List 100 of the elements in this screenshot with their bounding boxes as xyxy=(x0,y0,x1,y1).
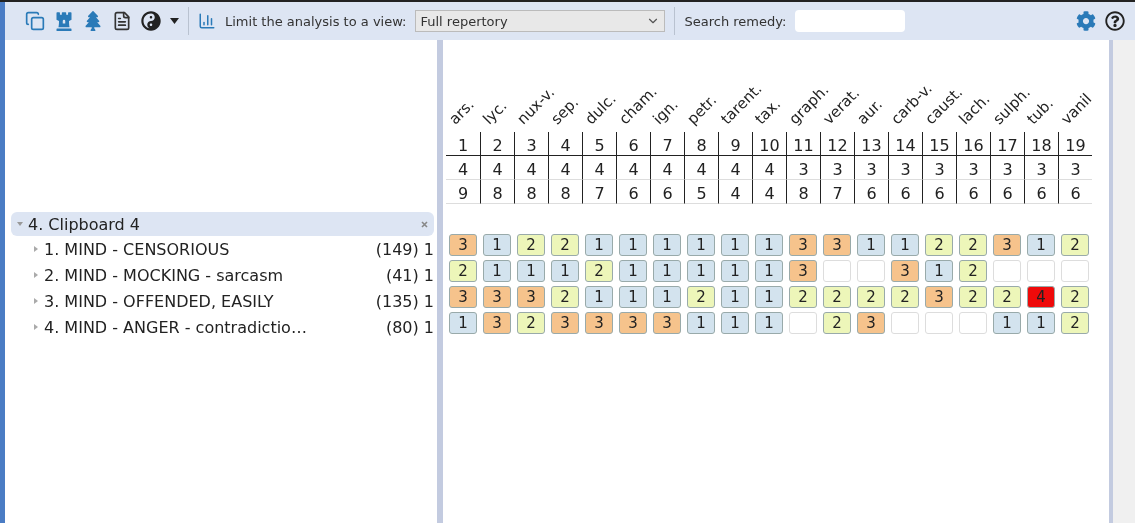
close-icon[interactable] xyxy=(421,220,428,228)
grade-cell[interactable] xyxy=(891,312,919,334)
grade-cell[interactable] xyxy=(823,260,851,282)
grade-cell[interactable]: 1 xyxy=(857,234,885,256)
grade-cell[interactable]: 2 xyxy=(959,260,987,282)
grade-cell[interactable]: 1 xyxy=(619,260,647,282)
grade-cell[interactable]: 1 xyxy=(755,286,783,308)
expand-icon[interactable] xyxy=(33,246,39,252)
grade-cell[interactable]: 1 xyxy=(483,234,511,256)
grade-cell[interactable]: 1 xyxy=(755,312,783,334)
expand-icon[interactable] xyxy=(33,324,39,330)
grade-cell[interactable]: 3 xyxy=(653,312,681,334)
grade-cell[interactable]: 2 xyxy=(959,234,987,256)
grade-cell[interactable]: 3 xyxy=(483,286,511,308)
grade-cell[interactable]: 2 xyxy=(823,286,851,308)
rubric-row[interactable]: 2. MIND - MOCKING - sarcasm (41) 1 xyxy=(11,262,434,288)
grade-cell[interactable]: 2 xyxy=(517,234,545,256)
grade-cell[interactable]: 1 xyxy=(653,260,681,282)
grade-cell[interactable]: 4 xyxy=(1027,286,1055,308)
grade-cell[interactable]: 1 xyxy=(619,234,647,256)
grade-cell[interactable]: 1 xyxy=(755,234,783,256)
grade-cell[interactable]: 2 xyxy=(1061,286,1089,308)
scrollbar[interactable] xyxy=(1109,40,1135,523)
grade-cell[interactable]: 1 xyxy=(925,260,953,282)
grade-cell[interactable]: 2 xyxy=(551,286,579,308)
grade-cell[interactable] xyxy=(993,260,1021,282)
grade-cell[interactable]: 2 xyxy=(925,234,953,256)
grade-cell[interactable]: 1 xyxy=(653,286,681,308)
chart-icon[interactable] xyxy=(198,12,216,30)
view-dropdown[interactable]: Full repertory xyxy=(415,10,666,32)
expand-icon[interactable] xyxy=(33,298,39,304)
grade-cell[interactable]: 3 xyxy=(857,312,885,334)
grade-cell[interactable]: 3 xyxy=(891,260,919,282)
grade-cell[interactable]: 1 xyxy=(993,312,1021,334)
grade-cell[interactable]: 1 xyxy=(483,260,511,282)
grade-cell[interactable]: 1 xyxy=(721,234,749,256)
grade-cell[interactable]: 3 xyxy=(789,260,817,282)
grade-cell[interactable]: 1 xyxy=(687,260,715,282)
grade-cell[interactable]: 2 xyxy=(823,312,851,334)
grade-cell[interactable]: 2 xyxy=(993,286,1021,308)
grade-cell[interactable]: 3 xyxy=(789,234,817,256)
grade-cell[interactable]: 3 xyxy=(517,286,545,308)
grade-cell[interactable]: 1 xyxy=(449,312,477,334)
yin-yang-icon[interactable] xyxy=(141,11,161,31)
rubric-row[interactable]: 4. MIND - ANGER - contradictio… (80) 1 xyxy=(11,314,434,340)
grade-cell[interactable]: 3 xyxy=(993,234,1021,256)
tree-icon[interactable] xyxy=(83,11,103,31)
grade-cell[interactable]: 1 xyxy=(1027,234,1055,256)
rubric-row[interactable]: 1. MIND - CENSORIOUS (149) 1 xyxy=(11,236,434,262)
grade-cell[interactable]: 3 xyxy=(925,286,953,308)
grade-cell[interactable]: 2 xyxy=(959,286,987,308)
search-field[interactable] xyxy=(795,10,906,32)
grade-cell[interactable]: 2 xyxy=(891,286,919,308)
grade-cell[interactable]: 1 xyxy=(619,286,647,308)
grade-cell[interactable]: 1 xyxy=(1027,312,1055,334)
grade-cell[interactable]: 2 xyxy=(1061,234,1089,256)
grade-cell[interactable]: 3 xyxy=(823,234,851,256)
grade-cell[interactable]: 1 xyxy=(585,234,613,256)
grade-cell[interactable]: 2 xyxy=(789,286,817,308)
grade-cell[interactable]: 2 xyxy=(551,234,579,256)
grade-cell[interactable] xyxy=(857,260,885,282)
grade-cell[interactable]: 3 xyxy=(619,312,647,334)
help-icon[interactable] xyxy=(1105,11,1125,31)
grade-cell[interactable] xyxy=(1061,260,1089,282)
grade-cell[interactable]: 3 xyxy=(483,312,511,334)
rubric-row[interactable]: 3. MIND - OFFENDED, EASILY (135) 1 xyxy=(11,288,434,314)
grade-cell[interactable]: 1 xyxy=(721,312,749,334)
grade-cell[interactable]: 3 xyxy=(449,286,477,308)
grade-cell[interactable]: 2 xyxy=(1061,312,1089,334)
grade-cell[interactable] xyxy=(1027,260,1055,282)
grade-cell[interactable]: 2 xyxy=(449,260,477,282)
remedy-hits: 6 xyxy=(888,180,922,204)
grade-cell[interactable]: 3 xyxy=(585,312,613,334)
windows-icon[interactable] xyxy=(25,11,45,31)
grade-cell[interactable]: 2 xyxy=(687,286,715,308)
grade-cell[interactable]: 1 xyxy=(721,286,749,308)
grade-cell[interactable]: 1 xyxy=(585,286,613,308)
grade-cell[interactable]: 1 xyxy=(653,234,681,256)
expand-icon[interactable] xyxy=(33,272,39,278)
grade-cell[interactable]: 1 xyxy=(687,312,715,334)
grade-cell[interactable]: 1 xyxy=(721,260,749,282)
grade-cell[interactable] xyxy=(925,312,953,334)
grade-cell[interactable]: 1 xyxy=(551,260,579,282)
grade-cell[interactable]: 2 xyxy=(857,286,885,308)
grade-cell[interactable]: 2 xyxy=(585,260,613,282)
grade-cell[interactable]: 1 xyxy=(891,234,919,256)
settings-icon[interactable] xyxy=(1076,11,1096,31)
grade-cell[interactable]: 3 xyxy=(449,234,477,256)
caret-icon[interactable] xyxy=(170,18,179,24)
chess-piece-icon[interactable] xyxy=(54,11,74,31)
grade-cell[interactable] xyxy=(959,312,987,334)
grade-cell[interactable]: 2 xyxy=(517,312,545,334)
grade-cell[interactable]: 3 xyxy=(551,312,579,334)
grade-cell[interactable]: 1 xyxy=(687,234,715,256)
clipboard-header[interactable]: 4. Clipboard 4 xyxy=(11,212,434,236)
expand-icon[interactable] xyxy=(17,221,23,227)
grade-cell[interactable]: 1 xyxy=(755,260,783,282)
grade-cell[interactable]: 1 xyxy=(517,260,545,282)
grade-cell[interactable] xyxy=(789,312,817,334)
document-icon[interactable] xyxy=(112,11,132,31)
